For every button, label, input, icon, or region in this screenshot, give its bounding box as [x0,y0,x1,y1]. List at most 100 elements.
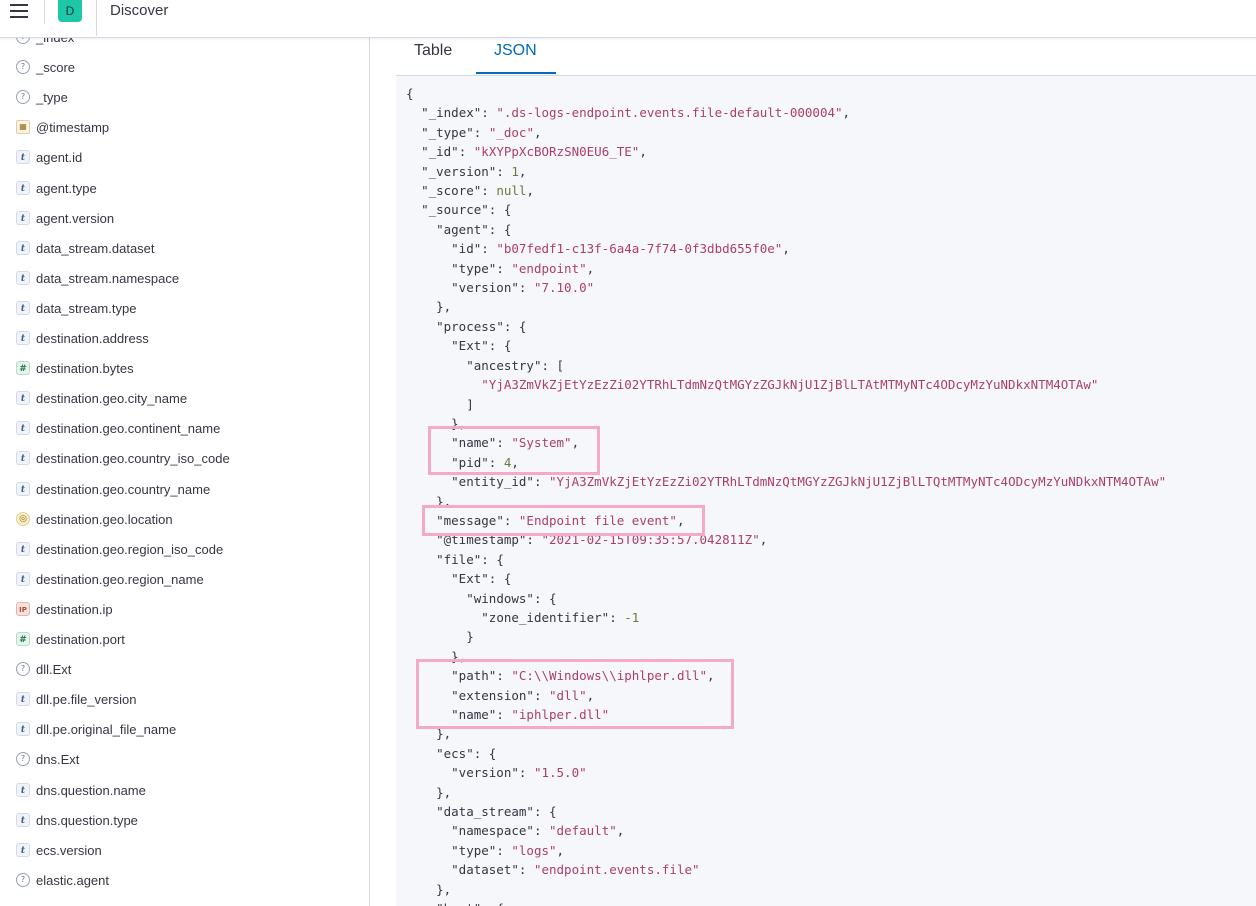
sidebar-field-item[interactable]: # destination.bytes [0,355,369,383]
sidebar-field-item[interactable]: ? _score [0,54,369,82]
json-token: "process" [436,318,504,334]
json-token: : [533,823,550,839]
sidebar-field-item[interactable]: IP destination.ip [0,596,369,624]
sidebar-field-item[interactable]: t agent.id [0,144,369,172]
sidebar-field-item[interactable]: t destination.geo.region_name [0,566,369,594]
menu-toggle-button[interactable] [0,0,45,24]
field-name: dll.pe.original_file_name [36,722,177,738]
sidebar-field-item[interactable]: t data_stream.type [0,295,369,323]
json-token: : [473,124,489,140]
field-type-t-icon: t [16,150,30,165]
sidebar-field-item[interactable]: t destination.geo.continent_name [0,415,369,443]
sidebar-field-item[interactable]: # destination.port [0,626,369,654]
json-token: "default" [549,823,617,839]
json-token: , [526,183,534,199]
sidebar-field-item[interactable]: t data_stream.namespace [0,265,369,293]
field-name: destination.bytes [36,361,134,377]
space-selector[interactable]: D [44,0,97,36]
sidebar-field-item[interactable]: t agent.version [0,205,369,233]
field-type-t-icon: t [16,180,30,195]
json-token: "YjA3ZmVkZjEtYzEzZi02YTRhLTdmNzQtMGYzZGJ… [549,474,1167,490]
sidebar-field-item[interactable]: ? _index [0,37,369,52]
json-token: : [496,260,512,276]
json-token: "id" [451,241,482,257]
json-token: : [496,842,512,858]
json-code-block[interactable]: { "_index": ".ds-logs-endpoint.events.fi… [396,76,1256,906]
field-type-q-icon: ? [16,872,30,887]
sidebar-field-item[interactable]: t destination.geo.city_name [0,385,369,413]
sidebar-field-item[interactable]: ? dns.Ext [0,746,369,774]
sidebar-field-item[interactable]: t dns.question.type [0,807,369,835]
json-token: : [533,474,550,490]
sidebar-field-item[interactable]: t dns.question.name [0,777,369,805]
json-token: : [458,144,474,160]
json-code: { "_index": ".ds-logs-endpoint.events.fi… [406,84,1166,906]
json-token: "type" [451,842,497,858]
field-type-t-icon: t [16,270,30,285]
field-name: data_stream.type [36,300,137,316]
sidebar-field-item[interactable]: t destination.address [0,325,369,353]
field-name: destination.geo.region_iso_code [36,541,224,557]
json-token: , [586,687,595,703]
field-name: destination.geo.location [36,511,173,527]
json-token: "_index" [421,105,482,121]
field-name: _type [36,90,68,106]
field-type-q-icon: ? [16,662,30,677]
field-type-t-icon: t [16,240,30,255]
sidebar-field-item[interactable]: ? dll.Ext [0,656,369,684]
field-type-t-icon: t [16,782,30,797]
field-name: agent.type [36,180,97,196]
json-token: , [676,512,685,528]
space-avatar[interactable]: D [58,0,82,22]
json-token: : { [473,745,497,761]
json-token: null [496,183,527,199]
sidebar-field-item[interactable]: ? elastic.agent [0,867,369,895]
json-token: : [609,609,625,625]
hamburger-icon [10,4,28,6]
field-type-t-icon: t [16,300,30,315]
field-type-t-icon: t [16,812,30,827]
sidebar-field-item[interactable]: t data_stream.dataset [0,235,369,263]
tab-json[interactable]: JSON [476,40,556,74]
field-type-q-icon: ? [16,60,30,75]
json-token: "Ext" [451,338,489,354]
sidebar-field-item[interactable]: t destination.geo.country_iso_code [0,445,369,473]
sidebar-field-item[interactable]: t destination.geo.country_name [0,476,369,504]
json-token: , [518,163,527,179]
json-token: "kXYPpXcBORzSN0EU6_TE" [473,144,640,160]
json-token: : { [488,221,512,237]
sidebar-field-item[interactable]: ? _type [0,84,369,112]
sidebar-field-item[interactable]: t agent.type [0,175,369,203]
json-token: , [511,454,519,470]
json-token: : [496,435,512,451]
json-token: , [707,668,715,684]
json-token: : { [488,571,512,587]
field-name: _index [36,37,75,45]
sidebar-field-item[interactable]: t dll.pe.original_file_name [0,716,369,744]
sidebar-field-item[interactable]: ◎ destination.geo.location [0,506,369,534]
tab-table[interactable]: Table [396,40,476,74]
sidebar-field-item[interactable]: ▦ @timestamp [0,114,369,142]
field-type-t-icon: t [16,722,30,737]
json-token: "2021-02-15T09:35:57.042811Z" [541,532,760,548]
json-token: : { [503,318,527,334]
sidebar-field-item[interactable]: t destination.geo.region_iso_code [0,536,369,564]
json-token: , [782,241,790,257]
json-token: "endpoint" [511,260,587,276]
json-token: : [518,862,534,878]
json-token: }, [406,299,452,315]
field-name: destination.geo.region_name [36,571,204,587]
json-token: , [586,260,595,276]
json-token: "file" [436,551,482,567]
json-token: "name" [451,707,497,722]
field-type-t-icon: t [16,842,30,857]
sidebar-field-item[interactable]: t dll.pe.file_version [0,686,369,714]
sidebar-field-item[interactable]: t ecs.version [0,837,369,865]
